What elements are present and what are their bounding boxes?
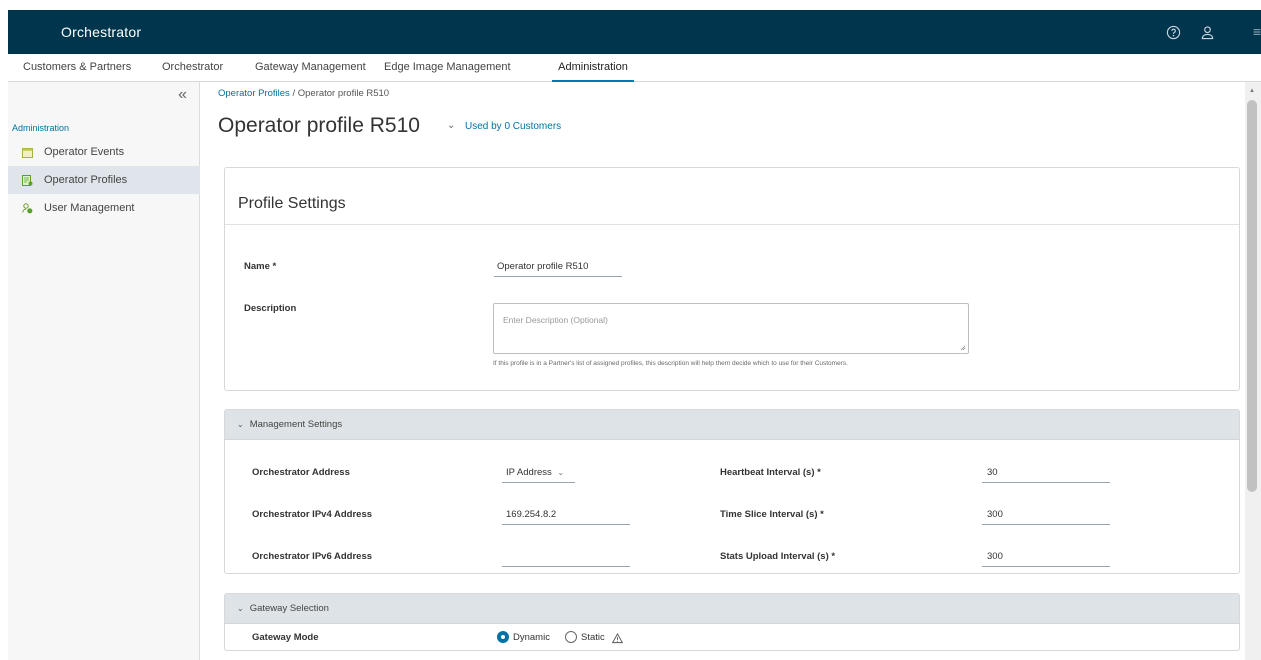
scroll-thumb[interactable] (1247, 100, 1257, 492)
stats-upload-underline (982, 566, 1110, 567)
sidebar-item-label: User Management (44, 202, 135, 214)
heartbeat-input[interactable]: 30 (987, 467, 998, 478)
description-placeholder: Enter Description (Optional) (503, 315, 608, 325)
sidebar-item-label: Operator Profiles (44, 174, 128, 186)
sidebar: « Administration Operator Events Operato… (8, 82, 200, 660)
gateway-mode-dynamic-radio[interactable] (497, 631, 509, 643)
gateway-selection-header[interactable]: ⌄ Gateway Selection (225, 594, 1239, 624)
chevron-down-icon[interactable]: ⌄ (447, 120, 455, 131)
sidebar-item-label: Operator Events (44, 146, 125, 158)
ipv4-label: Orchestrator IPv4 Address (252, 509, 373, 520)
name-input-underline (494, 276, 622, 277)
heartbeat-label: Heartbeat Interval (s) * (720, 467, 821, 478)
app-title[interactable]: Orchestrator (61, 24, 141, 40)
profile-settings-heading: Profile Settings (238, 195, 346, 212)
orchestrator-address-value: IP Address (506, 467, 552, 478)
warning-icon (611, 631, 624, 649)
breadcrumb: Operator Profiles / Operator profile R51… (218, 88, 389, 99)
top-nav-tabs: Customers & Partners Orchestrator Gatewa… (8, 54, 1261, 82)
stats-upload-input[interactable]: 300 (987, 551, 1003, 562)
collapse-sidebar-icon[interactable]: « (178, 86, 187, 104)
used-by-customers-link[interactable]: Used by 0 Customers (465, 121, 561, 132)
chevron-down-icon: ⌄ (237, 604, 244, 613)
orchestrator-address-select[interactable]: IP Address ⌄ (506, 467, 564, 478)
help-icon[interactable] (1165, 24, 1181, 40)
divider (225, 224, 1239, 225)
page-title: Operator profile R510 (218, 114, 420, 137)
ipv6-underline (502, 566, 630, 567)
tab-edge-image-management[interactable]: Edge Image Management (384, 54, 511, 82)
breadcrumb-separator: / (289, 88, 298, 99)
timeslice-underline (982, 524, 1110, 525)
sidebar-heading: Administration (12, 123, 70, 133)
tab-customers-partners[interactable]: Customers & Partners (23, 54, 131, 82)
gateway-mode-label: Gateway Mode (252, 632, 319, 643)
profile-icon (22, 174, 33, 186)
chevron-down-icon: ⌄ (237, 420, 244, 429)
ipv4-input[interactable]: 169.254.8.2 (506, 509, 556, 520)
name-label: Name * (244, 261, 277, 272)
heartbeat-underline (982, 482, 1110, 483)
name-input[interactable]: Operator profile R510 (497, 261, 588, 272)
calendar-icon (22, 147, 33, 158)
timeslice-label: Time Slice Interval (s) * (720, 509, 824, 520)
management-settings-heading: Management Settings (249, 419, 343, 430)
breadcrumb-link-operator-profiles[interactable]: Operator Profiles (218, 88, 290, 99)
menu-icon[interactable] (1253, 24, 1261, 40)
gateway-mode-dynamic-label: Dynamic (513, 632, 550, 643)
sidebar-item-operator-profiles[interactable]: Operator Profiles (8, 166, 200, 194)
tab-gateway-management[interactable]: Gateway Management (255, 54, 366, 82)
description-label: Description (244, 303, 297, 314)
management-settings-header[interactable]: ⌄ Management Settings (225, 410, 1239, 440)
select-underline (502, 482, 575, 483)
users-icon (22, 202, 33, 214)
tab-orchestrator[interactable]: Orchestrator (162, 54, 223, 82)
user-icon[interactable] (1199, 24, 1215, 40)
management-settings-card: ⌄ Management Settings Orchestrator Addre… (224, 409, 1240, 574)
sidebar-item-user-management[interactable]: User Management (8, 194, 200, 222)
ipv4-underline (502, 524, 630, 525)
gateway-selection-heading: Gateway Selection (249, 603, 329, 614)
orchestrator-address-label: Orchestrator Address (252, 467, 350, 478)
description-textarea[interactable]: Enter Description (Optional) (493, 303, 969, 354)
resize-handle-icon[interactable] (960, 345, 966, 351)
ipv6-label: Orchestrator IPv6 Address (252, 551, 373, 562)
tab-administration[interactable]: Administration (552, 54, 634, 82)
timeslice-input[interactable]: 300 (987, 509, 1003, 520)
vertical-scrollbar[interactable]: ▲ (1245, 82, 1261, 660)
top-header: Orchestrator (8, 10, 1261, 54)
description-helper-text: If this profile is in a Partner's list o… (493, 360, 848, 367)
gateway-selection-card: ⌄ Gateway Selection Gateway Mode Dynamic… (224, 593, 1240, 651)
chevron-down-icon: ⌄ (557, 468, 565, 477)
gateway-mode-static-label: Static (581, 632, 605, 643)
scroll-up-icon[interactable]: ▲ (1249, 88, 1255, 94)
gateway-mode-static-radio[interactable] (565, 631, 577, 643)
stats-upload-label: Stats Upload Interval (s) * (720, 551, 836, 562)
breadcrumb-current: Operator profile R510 (297, 88, 390, 99)
sidebar-item-operator-events[interactable]: Operator Events (8, 138, 200, 166)
profile-settings-card: Profile Settings Name * Operator profile… (224, 167, 1240, 391)
